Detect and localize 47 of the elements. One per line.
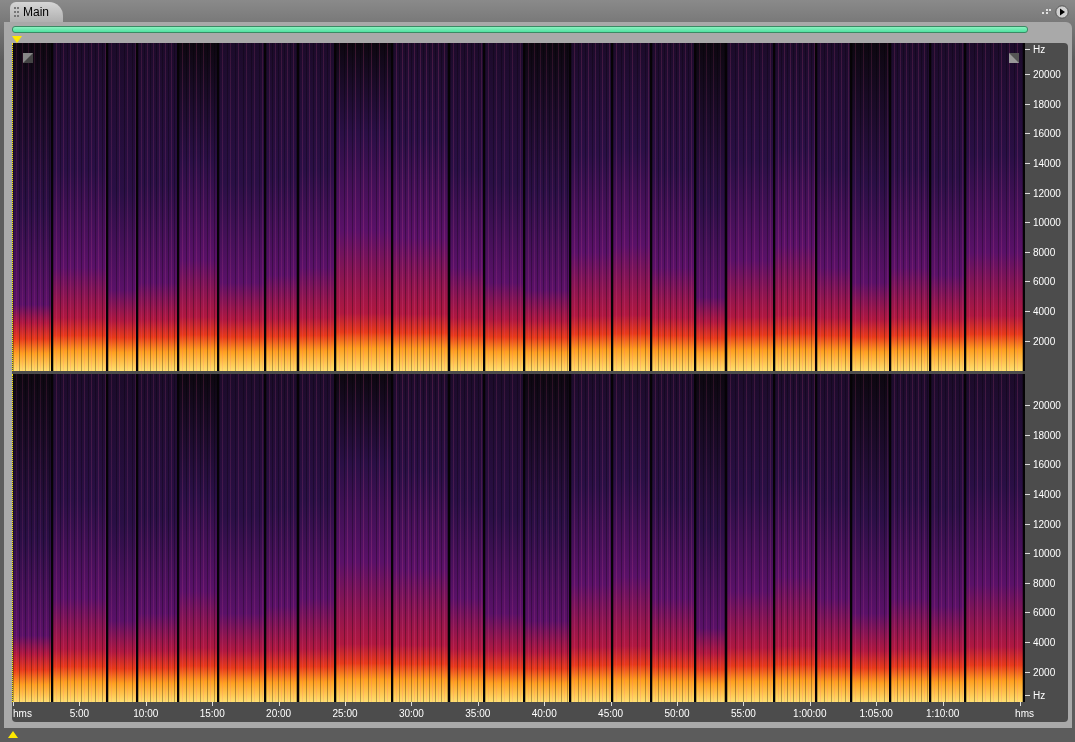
frequency-label: 2000	[1025, 657, 1068, 687]
time-label: 20:00	[266, 708, 292, 719]
time-label: 35:00	[465, 708, 491, 719]
end-marker-icon[interactable]	[8, 731, 18, 738]
time-label: 45:00	[598, 708, 624, 719]
time-label: 10:00	[133, 708, 159, 719]
time-label: 40:00	[531, 708, 557, 719]
frequency-label: 14000	[1025, 479, 1068, 510]
time-label: 1:00:00	[793, 708, 827, 719]
corner-handle-icon[interactable]	[1009, 53, 1019, 63]
frequency-label: 12000	[1025, 509, 1068, 539]
frequency-label: 10000	[1025, 207, 1068, 238]
frequency-label: 14000	[1025, 148, 1068, 179]
time-label: hms	[1015, 708, 1034, 719]
frequency-label: 12000	[1025, 178, 1068, 208]
frequency-label: 4000	[1025, 296, 1068, 327]
time-label: hms	[13, 708, 32, 719]
frequency-label: 6000	[1025, 598, 1068, 628]
frequency-label: 2000	[1025, 326, 1068, 356]
play-menu-icon[interactable]	[1055, 5, 1069, 19]
time-label: 25:00	[332, 708, 358, 719]
time-label: 1:05:00	[859, 708, 893, 719]
grip-icon	[14, 7, 20, 17]
frequency-label: 18000	[1025, 89, 1068, 120]
frequency-label: 4000	[1025, 627, 1068, 658]
time-label: 1:10:00	[925, 708, 960, 719]
tab-label: Main	[23, 5, 49, 19]
time-label: 50:00	[664, 708, 690, 719]
corner-handle-icon[interactable]	[23, 53, 33, 63]
time-label: 30:00	[398, 708, 424, 719]
grip-icon	[1042, 9, 1052, 15]
frequency-label: 20000	[1025, 60, 1068, 90]
time-label: 55:00	[730, 708, 756, 719]
overview-scrollbar[interactable]	[12, 26, 1028, 33]
frequency-label: 10000	[1025, 538, 1068, 569]
time-label: 5:00	[69, 708, 90, 719]
frequency-label: 8000	[1025, 237, 1068, 268]
frequency-label: 6000	[1025, 267, 1068, 297]
frequency-label: 16000	[1025, 119, 1068, 149]
frequency-label: 8000	[1025, 568, 1068, 599]
unit-label: Hz	[1025, 43, 1068, 55]
frequency-label: 20000	[1025, 391, 1068, 421]
frequency-label: 16000	[1025, 450, 1068, 480]
unit-label: Hz	[1025, 689, 1068, 702]
frequency-label: 18000	[1025, 420, 1068, 451]
panel-tab[interactable]: Main	[10, 2, 63, 22]
time-label: 15:00	[199, 708, 225, 719]
